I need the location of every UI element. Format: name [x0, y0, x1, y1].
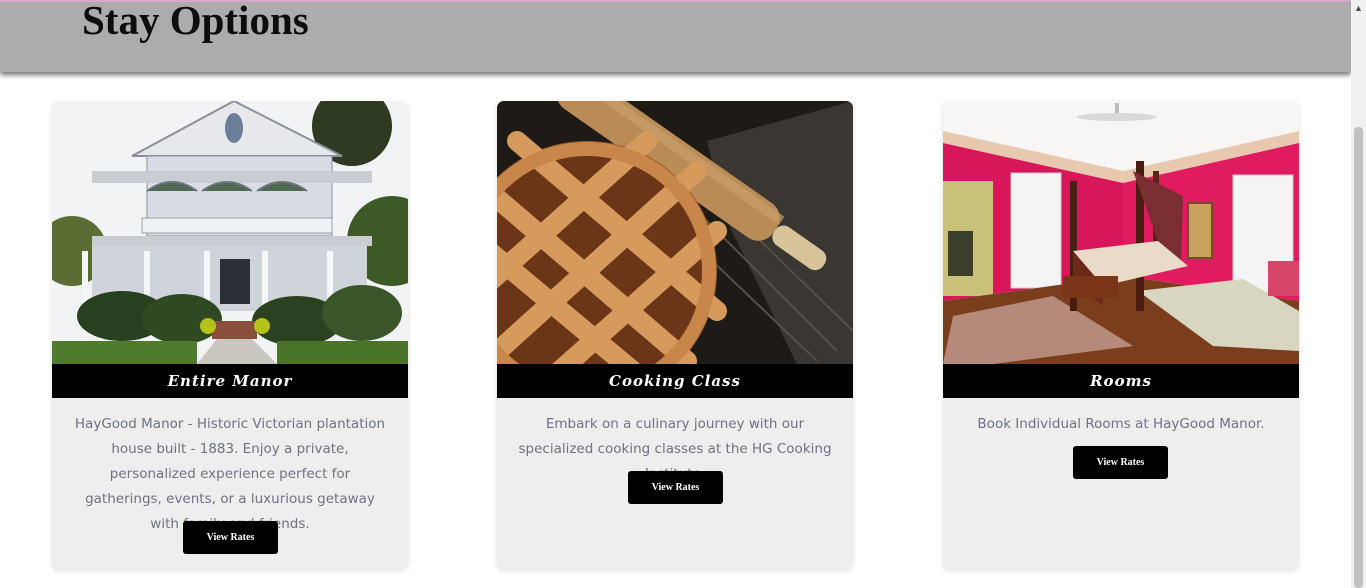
cooking-class-image — [497, 101, 853, 364]
card-description-entire-manor: HayGood Manor - Historic Victorian plant… — [74, 416, 386, 532]
scrollbar-thumb[interactable] — [1354, 127, 1363, 588]
card-description-rooms: Book Individual Rooms at HayGood Manor. — [977, 416, 1265, 432]
lattice-pie-photo — [497, 101, 853, 364]
view-rates-button-cooking-class[interactable]: View Rates — [628, 471, 723, 504]
canopy-bedroom-photo — [943, 101, 1299, 364]
vertical-scrollbar[interactable]: ▲ — [1351, 0, 1366, 588]
page-header: Stay Options — [0, 0, 1351, 72]
card-label-cooking-class: Cooking Class — [497, 364, 853, 398]
stay-option-card-rooms: Rooms Book Individual Rooms at HayGood M… — [943, 101, 1299, 569]
scroll-up-arrow-icon[interactable]: ▲ — [1351, 0, 1366, 17]
view-rates-button-rooms[interactable]: View Rates — [1073, 446, 1168, 479]
page-title: Stay Options — [82, 0, 309, 43]
card-label-rooms: Rooms — [943, 364, 1299, 398]
view-rates-button-entire-manor[interactable]: View Rates — [183, 521, 278, 554]
stay-option-card-entire-manor: Entire Manor HayGood Manor - Historic Vi… — [52, 101, 408, 569]
card-label-entire-manor: Entire Manor — [52, 364, 408, 398]
page: Stay Options Entire Manor HayGood Manor … — [0, 0, 1366, 588]
victorian-manor-photo — [52, 101, 408, 364]
rooms-image — [943, 101, 1299, 364]
stay-option-card-cooking-class: Cooking Class Embark on a culinary journ… — [497, 101, 853, 569]
entire-manor-image — [52, 101, 408, 364]
